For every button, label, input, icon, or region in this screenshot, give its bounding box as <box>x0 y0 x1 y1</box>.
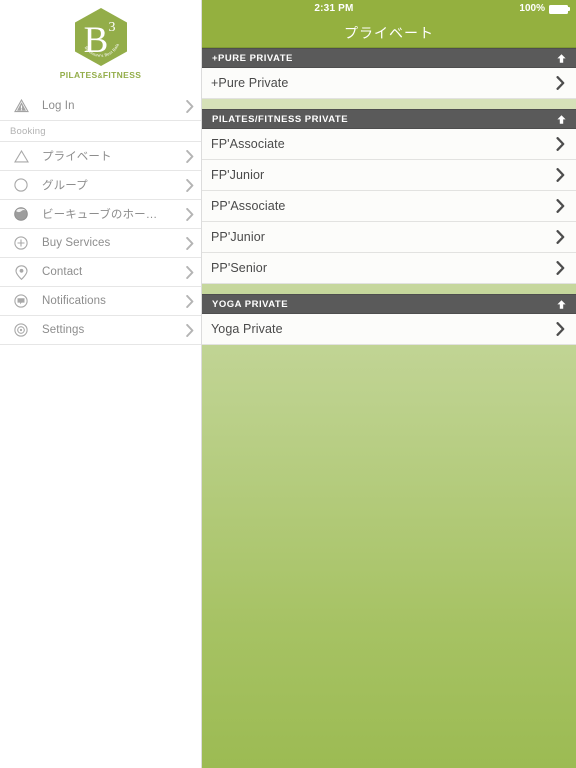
gear-icon <box>0 323 42 337</box>
chevron-right-icon <box>179 265 201 279</box>
list-item[interactable]: +Pure Private <box>202 68 576 99</box>
chevron-right-icon <box>552 76 568 90</box>
status-time: 2:31 PM <box>314 3 354 14</box>
section-header-yoga-private[interactable]: YOGA PRIVATE <box>202 294 576 314</box>
chevron-right-icon <box>552 261 568 275</box>
wordmark-pilates: PILATES <box>59 70 98 80</box>
chevron-right-icon <box>179 323 201 337</box>
sidebar-item-label: Contact <box>42 266 83 278</box>
page-title: プライベート <box>344 24 434 41</box>
private-session-list: +PURE PRIVATE +Pure Private PILATES/FITN… <box>202 48 576 345</box>
section-header-pilates-fitness-private[interactable]: PILATES/FITNESS PRIVATE <box>202 109 576 129</box>
brand-logo: B 3 Baltimore's Best Balanced Body PILAT… <box>0 0 201 92</box>
chevron-right-icon <box>179 207 201 221</box>
chevron-right-icon <box>179 149 201 163</box>
sidebar-item-log-in[interactable]: Log In <box>0 92 201 121</box>
sidebar: B 3 Baltimore's Best Balanced Body PILAT… <box>0 0 202 768</box>
sidebar-item-label: ビーキューブのホー… <box>42 209 158 221</box>
sidebar-section-booking: Booking <box>0 121 201 142</box>
sidebar-item-buy-services[interactable]: Buy Services <box>0 229 201 258</box>
status-bar: 2:31 PM 100% <box>202 0 576 18</box>
section-header-pure-private[interactable]: +PURE PRIVATE <box>202 48 576 68</box>
plus-circle-icon <box>0 236 42 250</box>
sidebar-item-label: Settings <box>42 324 85 336</box>
brand-wordmark: PILATES&FITNESS <box>60 70 141 80</box>
sidebar-item-label: Notifications <box>42 295 106 307</box>
sidebar-item-private[interactable]: プライベート <box>0 142 201 171</box>
chevron-right-icon <box>552 168 568 182</box>
nav-bar: プライベート <box>202 18 576 48</box>
circle-outline-icon <box>0 178 42 192</box>
arrow-up-icon[interactable] <box>554 299 568 310</box>
section-title: YOGA PRIVATE <box>212 298 289 310</box>
sidebar-item-contact[interactable]: Contact <box>0 258 201 287</box>
list-item-label: PP'Associate <box>211 199 286 213</box>
list-item-label: PP'Senior <box>211 261 268 275</box>
list-item[interactable]: PP'Senior <box>202 253 576 284</box>
chevron-right-icon <box>552 199 568 213</box>
chevron-right-icon <box>179 236 201 250</box>
battery-full-icon <box>549 4 570 14</box>
svg-text:3: 3 <box>108 20 115 35</box>
chevron-right-icon <box>179 294 201 308</box>
sidebar-item-notifications[interactable]: Notifications <box>0 287 201 316</box>
globe-icon <box>0 207 42 221</box>
list-item-label: FP'Junior <box>211 168 265 182</box>
wordmark-fitness: FITNESS <box>102 70 142 80</box>
warning-triangle-icon <box>0 99 42 113</box>
sidebar-item-label: グループ <box>42 180 88 192</box>
list-item-label: FP'Associate <box>211 137 285 151</box>
sidebar-item-bcube-home[interactable]: ビーキューブのホー… <box>0 200 201 229</box>
sidebar-item-label: プライベート <box>42 151 112 163</box>
chevron-right-icon <box>552 137 568 151</box>
list-item-label: Yoga Private <box>211 322 283 336</box>
arrow-up-icon[interactable] <box>554 53 568 64</box>
sidebar-item-group[interactable]: グループ <box>0 171 201 200</box>
list-item[interactable]: Yoga Private <box>202 314 576 345</box>
location-pin-icon <box>0 264 42 280</box>
list-item[interactable]: FP'Junior <box>202 160 576 191</box>
list-item[interactable]: PP'Junior <box>202 222 576 253</box>
app-window: B 3 Baltimore's Best Balanced Body PILAT… <box>0 0 576 768</box>
section-title: PILATES/FITNESS PRIVATE <box>212 113 349 125</box>
list-item[interactable]: PP'Associate <box>202 191 576 222</box>
sidebar-item-label: Log In <box>42 100 75 112</box>
battery-percent-label: 100% <box>519 3 545 14</box>
chevron-right-icon <box>179 99 201 113</box>
list-item[interactable]: FP'Associate <box>202 129 576 160</box>
list-item-label: PP'Junior <box>211 230 266 244</box>
chevron-right-icon <box>179 178 201 192</box>
triangle-outline-icon <box>0 149 42 163</box>
section-title: +PURE PRIVATE <box>212 52 293 64</box>
sidebar-item-settings[interactable]: Settings <box>0 316 201 345</box>
chat-bubble-icon <box>0 294 42 308</box>
chevron-right-icon <box>552 322 568 336</box>
arrow-up-icon[interactable] <box>554 114 568 125</box>
chevron-right-icon <box>552 230 568 244</box>
status-battery-group: 100% <box>519 0 570 18</box>
content-pane: 2:31 PM 100% プライベート +PURE PRIVATE +Pure … <box>202 0 576 768</box>
hexagon-logo-icon: B 3 Baltimore's Best Balanced Body <box>70 6 132 68</box>
sidebar-item-label: Buy Services <box>42 237 111 249</box>
list-item-label: +Pure Private <box>211 76 289 90</box>
